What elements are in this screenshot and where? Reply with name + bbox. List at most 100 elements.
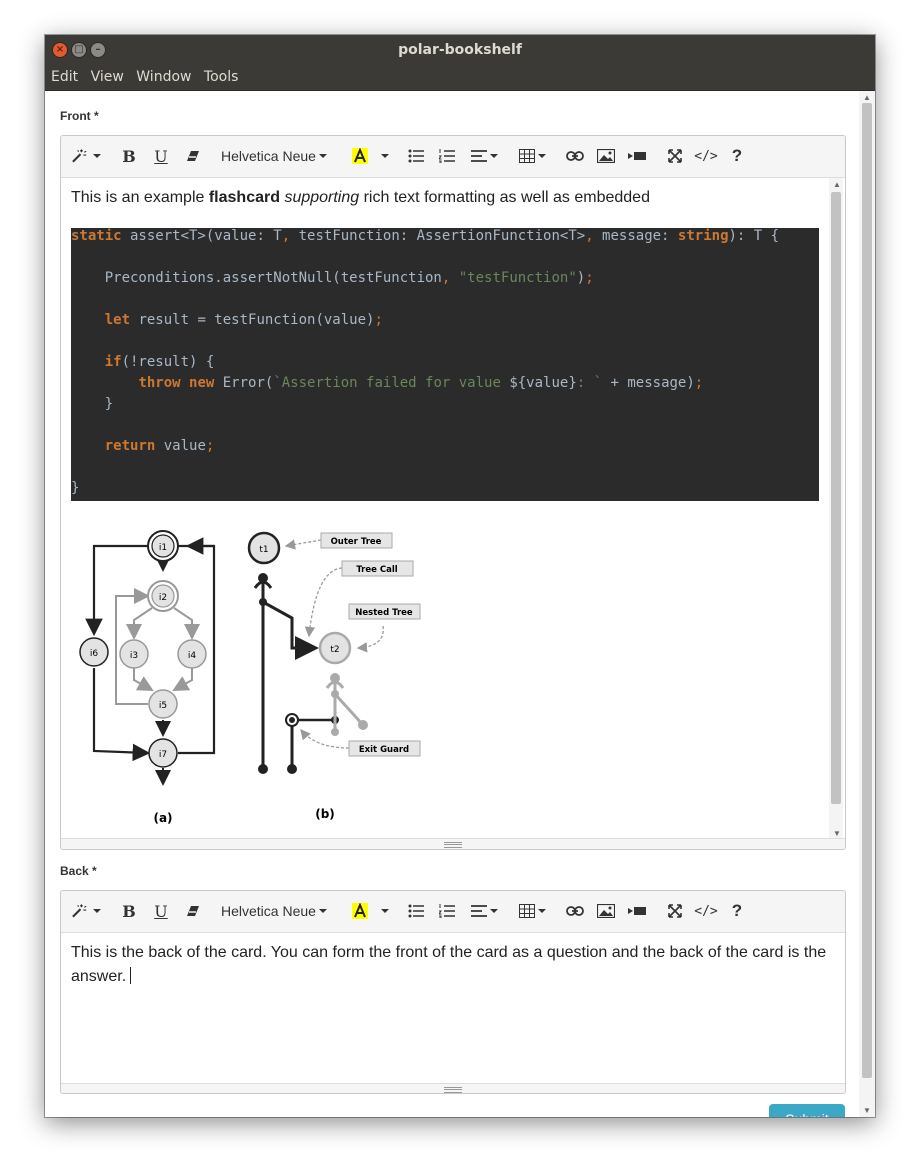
scroll-up-icon[interactable]: ▲ [863,93,871,102]
close-window-button[interactable]: × [52,42,68,58]
link-icon[interactable] [565,899,585,923]
diagram-node: i6 [79,637,109,667]
control-flow-diagram: i1 i2 i3 i4 i5 i6 i7 (a) t1 t2 Outer Tre… [79,530,421,825]
maximize-window-button[interactable]: □ [71,42,87,58]
svg-text:i4: i4 [188,651,197,661]
code-line: Preconditions.assertNotNull(testFunction… [71,270,594,286]
color-dropdown-caret[interactable] [379,899,391,923]
svg-text:Exit Guard: Exit Guard [359,745,409,755]
svg-text:Outer Tree: Outer Tree [331,537,382,547]
diagram-node: i3 [119,639,149,669]
main-content: Front * B U Helvetica Neue </> ? This is… [45,91,859,1117]
diagram-node: i2 [147,580,179,612]
code-view-icon[interactable]: </> [694,899,717,923]
underline-button[interactable]: U [151,899,171,923]
minimize-window-button[interactable]: – [90,42,106,58]
fullscreen-icon[interactable] [665,899,685,923]
code-line: } [71,480,80,496]
code-line: static assert<T>(value: T, testFunction:… [71,228,780,244]
page-scroll-thumb[interactable] [862,103,872,1078]
svg-text:Nested Tree: Nested Tree [355,608,413,618]
unordered-list-icon[interactable] [406,144,426,168]
front-edit-area[interactable]: This is an example flashcard supporting … [61,178,845,840]
diagram-node: t2 [318,631,352,665]
code-line: } [71,396,114,412]
svg-text:Tree Call: Tree Call [356,565,397,575]
image-icon[interactable] [596,144,616,168]
submit-button[interactable]: Submit [769,1104,845,1117]
unordered-list-icon[interactable] [406,899,426,923]
menu-edit[interactable]: Edit [45,65,78,90]
diagram-label: Outer Tree [320,532,393,549]
diagram-node: t1 [247,531,281,565]
code-line: if(!result) { [104,354,215,370]
svg-text:i2: i2 [159,593,167,603]
front-scrollbar[interactable]: ▲ ▼ [829,178,843,840]
text-color-icon[interactable] [351,899,369,923]
app-window: × □ – polar-bookshelf Edit View Window T… [45,35,875,1117]
link-icon[interactable] [565,144,585,168]
font-family-select[interactable]: Helvetica Neue [221,144,327,168]
code-line: return value; [104,438,215,454]
menu-tools[interactable]: Tools [198,65,239,90]
svg-text:i5: i5 [159,701,167,711]
diagram-node: i1 [147,530,179,562]
code-block: static assert<T>(value: T, testFunction:… [71,228,819,501]
video-icon[interactable] [627,144,647,168]
table-icon[interactable] [517,144,547,168]
front-intro-text: This is an example flashcard supporting … [71,189,650,206]
back-editor: B U Helvetica Neue </> ? This is the bac… [60,890,846,1094]
video-icon[interactable] [627,899,647,923]
scroll-up-icon[interactable]: ▲ [833,180,841,189]
ordered-list-icon[interactable] [437,144,457,168]
svg-text:i1: i1 [159,543,167,553]
back-resize-handle[interactable] [61,1083,845,1093]
svg-text:i7: i7 [159,750,167,760]
front-editor: B U Helvetica Neue </> ? This is an exam… [60,135,846,850]
title-bar: × □ – polar-bookshelf [45,35,875,65]
align-icon[interactable] [469,144,499,168]
caption-a: (a) [153,811,172,825]
front-toolbar: B U Helvetica Neue </> ? [61,136,845,178]
help-icon[interactable]: ? [729,899,745,923]
align-icon[interactable] [469,899,499,923]
back-edit-area[interactable]: This is the back of the card. You can fo… [61,933,845,1083]
front-scroll-thumb[interactable] [831,192,841,804]
back-text: This is the back of the card. You can fo… [71,944,827,985]
eraser-icon[interactable] [183,144,203,168]
svg-text:i6: i6 [90,649,99,659]
caption-b: (b) [315,807,335,821]
text-cursor [130,967,132,984]
diagram-label: Nested Tree [348,603,421,620]
diagram-node: i5 [148,689,178,719]
bold-button[interactable]: B [119,899,139,923]
bold-button[interactable]: B [119,144,139,168]
ordered-list-icon[interactable] [437,899,457,923]
back-toolbar: B U Helvetica Neue </> ? [61,891,845,933]
menu-view[interactable]: View [85,65,124,90]
eraser-icon[interactable] [183,899,203,923]
color-dropdown-caret[interactable] [379,144,391,168]
page-scrollbar[interactable]: ▲ ▼ [859,91,875,1117]
scroll-down-icon[interactable]: ▼ [863,1106,871,1115]
scroll-down-icon[interactable]: ▼ [833,829,841,838]
font-family-select[interactable]: Helvetica Neue [221,899,327,923]
table-icon[interactable] [517,899,547,923]
code-line: throw new Error(`Assertion failed for va… [138,375,704,391]
fullscreen-icon[interactable] [665,144,685,168]
front-label: Front * [60,109,99,123]
svg-text:t1: t1 [259,545,268,555]
magic-wand-icon[interactable] [71,899,101,923]
image-icon[interactable] [596,899,616,923]
text-color-icon[interactable] [351,144,369,168]
menu-bar: Edit View Window Tools [45,65,875,91]
front-resize-handle[interactable] [61,838,845,849]
magic-wand-icon[interactable] [71,144,101,168]
underline-button[interactable]: U [151,144,171,168]
svg-text:t2: t2 [330,645,339,655]
help-icon[interactable]: ? [729,144,745,168]
window-title: polar-bookshelf [398,42,522,58]
menu-window[interactable]: Window [130,65,191,90]
code-view-icon[interactable]: </> [694,144,717,168]
diagram-label: Tree Call [341,560,414,577]
